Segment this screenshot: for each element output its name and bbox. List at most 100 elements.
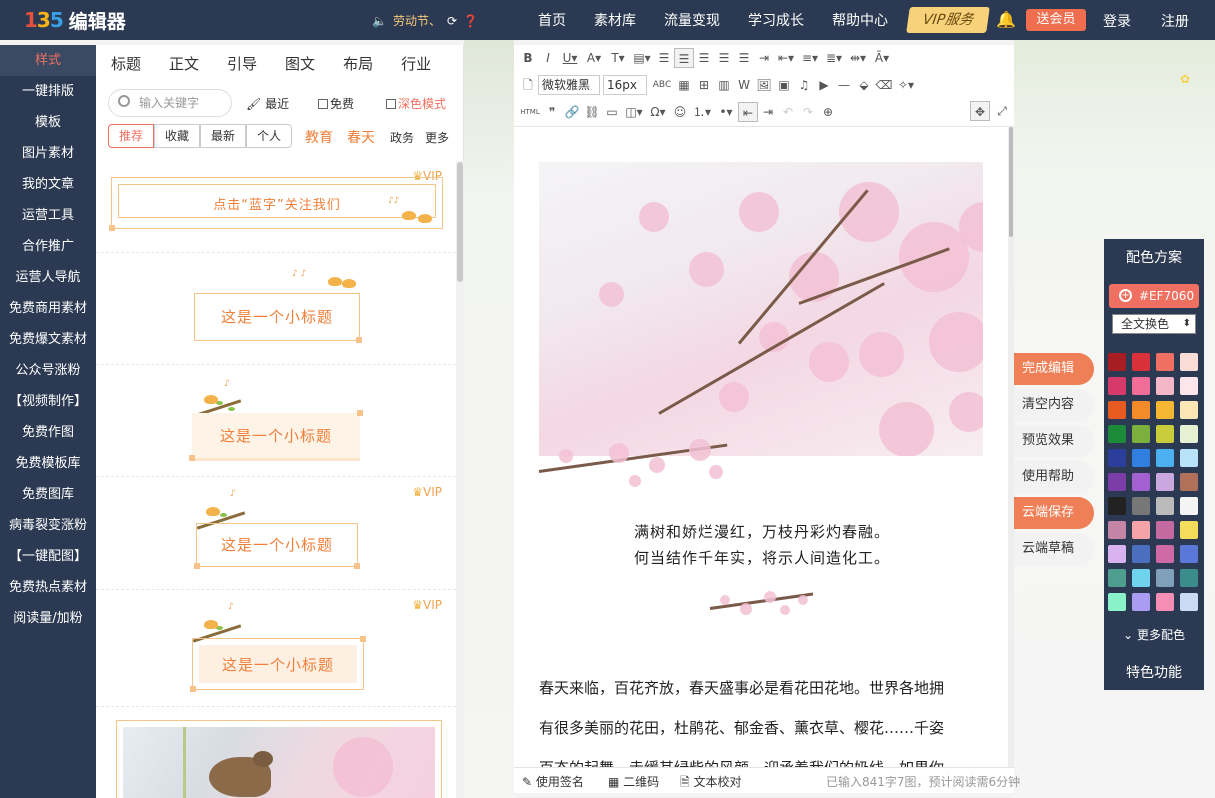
bell-icon[interactable]: 🔔 xyxy=(996,10,1016,29)
columns-icon[interactable]: ▥ xyxy=(714,75,734,95)
color-swatch[interactable] xyxy=(1180,593,1198,611)
grid-icon[interactable]: ⊞ xyxy=(694,75,714,95)
word-icon[interactable]: W xyxy=(734,75,754,95)
color-swatch[interactable] xyxy=(1180,569,1198,587)
template-item[interactable]: ♛VIP ♪ 这是一个小标题 xyxy=(96,477,456,590)
sidebar-item[interactable]: 免费图库 xyxy=(0,479,96,510)
color-swatch[interactable] xyxy=(1108,353,1126,371)
spellcheck-icon[interactable]: ABC xyxy=(650,75,674,95)
color-swatch[interactable] xyxy=(1132,593,1150,611)
template-item[interactable]: ♛VIP ♪ 这是一个小标题 xyxy=(96,590,456,707)
help-circle-icon[interactable]: ❓ xyxy=(463,14,478,28)
editor-scroll-thumb[interactable] xyxy=(1009,127,1013,237)
color-swatch[interactable] xyxy=(1108,497,1126,515)
italic-icon[interactable]: I xyxy=(538,48,558,68)
more-colors-link[interactable]: ⌄ 更多配色 xyxy=(1104,626,1204,643)
color-swatch[interactable] xyxy=(1156,449,1174,467)
nav-materials[interactable]: 素材库 xyxy=(580,10,650,30)
color-swatch[interactable] xyxy=(1156,473,1174,491)
color-swatch[interactable] xyxy=(1180,473,1198,491)
current-color-button[interactable]: + #EF7060 xyxy=(1109,284,1199,308)
redo-icon[interactable]: ↷ xyxy=(798,102,818,122)
editor-canvas[interactable]: 满树和娇烂漫红，万枝丹彩灼春融。 何当结作千年实，将示人间造化工。 春天来临，百… xyxy=(514,127,1010,767)
color-swatch[interactable] xyxy=(1108,425,1126,443)
filter-latest[interactable]: 最新 xyxy=(200,124,246,148)
tab-industry[interactable]: 行业 xyxy=(401,53,431,74)
color-swatch[interactable] xyxy=(1156,377,1174,395)
zoom-icon[interactable]: ⊕ xyxy=(818,102,838,122)
give-member-button[interactable]: 送会员 xyxy=(1026,9,1086,31)
search-input[interactable]: 输入关键字 xyxy=(108,89,232,117)
tab-image-text[interactable]: 图文 xyxy=(285,53,315,74)
html-icon[interactable]: HTML xyxy=(518,102,542,122)
eraser-icon[interactable]: ⌫ xyxy=(874,75,894,95)
sidebar-item[interactable]: 免费作图 xyxy=(0,417,96,448)
font-size-adjust-icon[interactable]: Ā▾ xyxy=(870,48,894,68)
move-icon[interactable]: ✥ xyxy=(970,101,990,121)
template-item[interactable] xyxy=(96,707,456,798)
insert-frame-icon[interactable]: ◫▾ xyxy=(622,102,646,122)
sidebar-item[interactable]: 运营工具 xyxy=(0,200,96,231)
text-style-icon[interactable]: T▾ xyxy=(606,48,630,68)
format-painter-icon[interactable]: ▤▾ xyxy=(630,48,654,68)
nav-help[interactable]: 帮助中心 xyxy=(818,10,902,30)
tag-education[interactable]: 教育 xyxy=(305,127,333,147)
color-swatch[interactable] xyxy=(1156,545,1174,563)
color-swatch[interactable] xyxy=(1180,449,1198,467)
free-checkbox[interactable]: 免费 xyxy=(318,95,354,112)
color-swatch[interactable] xyxy=(1132,425,1150,443)
color-swatch[interactable] xyxy=(1132,497,1150,515)
sidebar-item[interactable]: 免费热点素材 xyxy=(0,572,96,603)
cloud-drafts-button[interactable]: 云端草稿 xyxy=(1014,533,1094,565)
underline-icon[interactable]: U▾ xyxy=(558,48,582,68)
font-family-select[interactable]: 微软雅黑 xyxy=(538,75,600,95)
color-swatch[interactable] xyxy=(1156,593,1174,611)
bold-icon[interactable]: B xyxy=(518,48,538,68)
color-swatch[interactable] xyxy=(1132,521,1150,539)
color-swatch[interactable] xyxy=(1156,425,1174,443)
sidebar-item[interactable]: 【视频制作】 xyxy=(0,386,96,417)
magic-wand-icon[interactable]: ✧▾ xyxy=(894,75,918,95)
paragraph-spacing-icon[interactable]: ≣▾ xyxy=(822,48,846,68)
color-swatch[interactable] xyxy=(1108,569,1126,587)
special-features-link[interactable]: 特色功能 xyxy=(1104,662,1204,682)
color-swatch[interactable] xyxy=(1180,401,1198,419)
divider-icon[interactable]: — xyxy=(834,75,854,95)
image-icon[interactable]: 🖼 xyxy=(754,75,774,95)
table-icon[interactable]: ▦ xyxy=(674,75,694,95)
color-swatch[interactable] xyxy=(1180,521,1198,539)
sidebar-item[interactable]: 样式 xyxy=(0,45,96,76)
color-swatch[interactable] xyxy=(1108,473,1126,491)
cloud-save-button[interactable]: 云端保存 xyxy=(1014,497,1094,529)
sidebar-item[interactable]: 图片素材 xyxy=(0,138,96,169)
template-icon[interactable]: ▭ xyxy=(602,102,622,122)
special-char-icon[interactable]: Ω▾ xyxy=(646,102,670,122)
register-link[interactable]: 注册 xyxy=(1161,11,1189,31)
signature-button[interactable]: ✎ 使用签名 xyxy=(522,773,584,790)
color-swatch[interactable] xyxy=(1132,401,1150,419)
tag-spring[interactable]: 春天 xyxy=(347,127,375,147)
undo-icon[interactable]: ↶ xyxy=(778,102,798,122)
color-swatch[interactable] xyxy=(1156,521,1174,539)
align-left-icon[interactable]: ☰ xyxy=(654,48,674,68)
expand-icon[interactable]: ⤢ xyxy=(992,101,1012,121)
font-size-select[interactable]: 16px xyxy=(603,75,647,95)
tab-layout[interactable]: 布局 xyxy=(343,53,373,74)
sidebar-item[interactable]: 【一键配图】 xyxy=(0,541,96,572)
color-swatch[interactable] xyxy=(1156,497,1174,515)
quote-icon[interactable]: ❞ xyxy=(542,102,562,122)
color-swatch[interactable] xyxy=(1180,377,1198,395)
font-color-icon[interactable]: A▾ xyxy=(582,48,606,68)
color-swatch[interactable] xyxy=(1132,377,1150,395)
sidebar-item[interactable]: 免费模板库 xyxy=(0,448,96,479)
sidebar-item[interactable]: 免费爆文素材 xyxy=(0,324,96,355)
sidebar-item[interactable]: 合作推广 xyxy=(0,231,96,262)
template-item[interactable]: ♪ ♪ 这是一个小标题 xyxy=(96,253,456,365)
notice[interactable]: 🔈 劳动节、 ⟳ ❓ xyxy=(372,12,478,29)
color-swatch[interactable] xyxy=(1156,569,1174,587)
recent-filter[interactable]: 🖌 最近 xyxy=(246,95,289,112)
color-swatch[interactable] xyxy=(1132,449,1150,467)
nav-learn[interactable]: 学习成长 xyxy=(734,10,818,30)
vip-service-button[interactable]: VIP服务 xyxy=(906,7,990,33)
rtl-icon[interactable]: ⇥ xyxy=(758,102,778,122)
